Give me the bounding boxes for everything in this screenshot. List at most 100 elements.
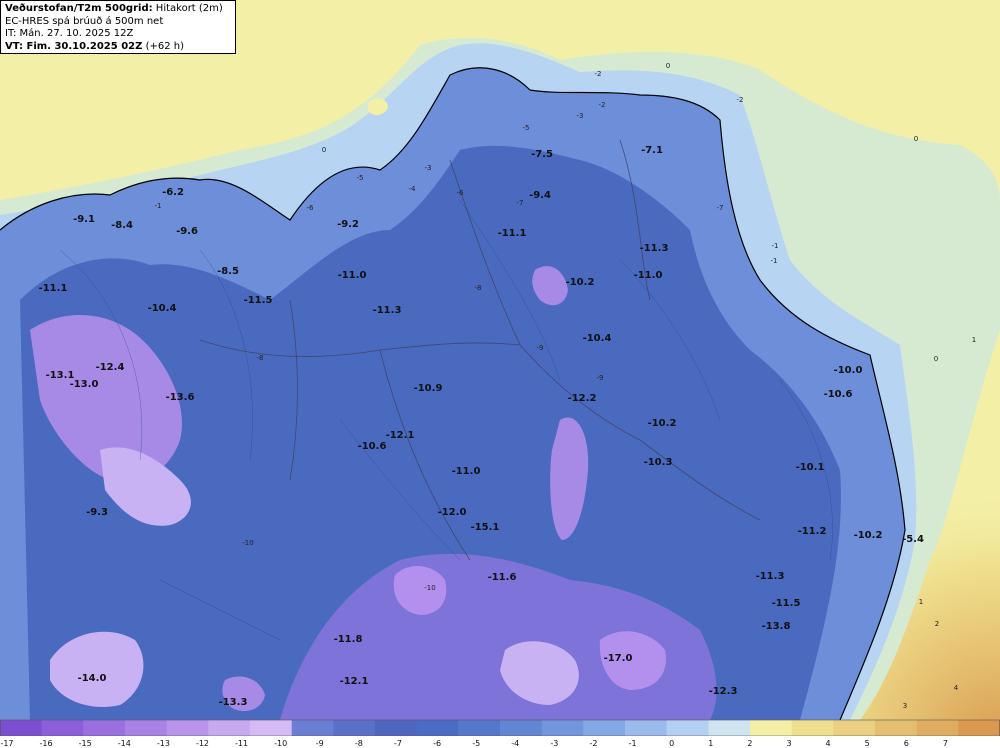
contour-value-label: -1 xyxy=(771,257,778,265)
colorbar-tick-label: 4 xyxy=(826,739,831,748)
temperature-point-label: -10.3 xyxy=(644,457,673,468)
contour-value-label: 0 xyxy=(934,355,938,363)
temperature-point-label: -12.3 xyxy=(709,686,738,697)
contour-value-label: -8 xyxy=(475,284,482,292)
colorbar-tick-label: -11 xyxy=(235,739,248,748)
temperature-point-label: -9.3 xyxy=(86,507,108,518)
temperature-point-label: -10.6 xyxy=(824,389,853,400)
colorbar-segment xyxy=(958,720,1000,736)
colorbar-tick-label: -1 xyxy=(629,739,637,748)
colorbar-segment xyxy=(750,720,793,736)
temperature-map: -9.1-8.4-6.2-9.6-9.2-7.5 -7.1-9.4-11.1-11… xyxy=(0,0,1000,748)
temperature-point-label: -11.0 xyxy=(452,466,481,477)
header-title: Veðurstofan/T2m 500grid: xyxy=(5,3,153,14)
colorbar-tick-label: -15 xyxy=(79,739,92,748)
colorbar-tick-label: -4 xyxy=(511,739,519,748)
colorbar-tick-label: -5 xyxy=(472,739,480,748)
colorbar-tick-label: -7 xyxy=(394,739,402,748)
contour-value-label: 1 xyxy=(972,336,976,344)
colorbar-tick-label: 0 xyxy=(669,739,674,748)
colorbar-segment xyxy=(500,720,543,736)
colorbar-segment xyxy=(875,720,918,736)
temperature-point-label: -11.0 xyxy=(338,270,367,281)
temperature-point-label: -13.3 xyxy=(219,697,248,708)
colorbar-tick-label: 3 xyxy=(786,739,791,748)
temperature-point-label: -9.2 xyxy=(337,219,359,230)
temperature-point-label: -9.6 xyxy=(176,226,198,237)
temperature-point-label: -15.1 xyxy=(471,522,500,533)
temperature-point-label: -8.4 xyxy=(111,220,133,231)
contour-value-label: -1 xyxy=(155,202,162,210)
contour-value-label: -6 xyxy=(307,204,315,212)
temperature-point-label: -11.3 xyxy=(756,571,785,582)
contour-value-label: -2 xyxy=(595,70,602,78)
temperature-point-label: -11.3 xyxy=(640,243,669,254)
contour-value-label: -3 xyxy=(425,164,432,172)
temperature-point-label: -10.4 xyxy=(583,333,612,344)
temperature-point-label: -14.0 xyxy=(78,673,107,684)
colorbar-tick-label: -9 xyxy=(316,739,324,748)
colorbar-tick-label: -14 xyxy=(118,739,131,748)
contour-value-label: 2 xyxy=(935,620,939,628)
contour-value-label: -10 xyxy=(242,539,253,547)
contour-value-label: -7 xyxy=(717,204,724,212)
temperature-point-label: -12.1 xyxy=(386,430,415,441)
header-lead-time: (+62 h) xyxy=(145,40,184,52)
contour-value-label: -1 xyxy=(772,242,779,250)
colorbar-tick-label: -13 xyxy=(157,739,170,748)
temperature-point-label: -12.4 xyxy=(96,362,125,373)
contour-value-label: 0 xyxy=(666,62,670,70)
colorbar-tick-label: -17 xyxy=(0,739,13,748)
colorbar-segment xyxy=(833,720,876,736)
colorbar-segment xyxy=(791,720,834,736)
temperature-point-label: -11.0 xyxy=(634,270,663,281)
colorbar-segment xyxy=(416,720,459,736)
colorbar-segment xyxy=(0,720,43,736)
colorbar-tick-label: -8 xyxy=(355,739,363,748)
colorbar-segment xyxy=(916,720,959,736)
colorbar-segment xyxy=(125,720,168,736)
contour-value-label: -9 xyxy=(597,374,604,382)
temperature-point-label: -10.2 xyxy=(648,418,677,429)
colorbar-segment xyxy=(541,720,584,736)
contour-value-label: -3 xyxy=(577,112,584,120)
colorbar-tick-label: -3 xyxy=(550,739,558,748)
colorbar-segment xyxy=(708,720,751,736)
contour-value-label: -8 xyxy=(257,354,264,362)
temperature-point-label: -10.0 xyxy=(834,365,863,376)
contour-value-label: -4 xyxy=(409,185,417,193)
colorbar-tick-label: -10 xyxy=(274,739,287,748)
colorbar-segment xyxy=(166,720,209,736)
temperature-point-label: -11.6 xyxy=(488,572,517,583)
temperature-point-label: -12.1 xyxy=(340,676,369,687)
temperature-point-label: -11.5 xyxy=(772,598,801,609)
temperature-point-label: -8.5 xyxy=(217,266,239,277)
colorbar-segment xyxy=(250,720,293,736)
contour-value-label: -7 xyxy=(517,199,524,207)
temperature-point-label: -13.6 xyxy=(166,392,195,403)
contour-value-label: 0 xyxy=(322,146,326,154)
contour-value-label: -5 xyxy=(523,124,530,132)
temperature-point-label: -7.1 xyxy=(641,145,663,156)
temperature-point-label: -7.5 xyxy=(531,149,553,160)
temperature-point-label: -10.9 xyxy=(414,383,443,394)
header-title-suffix: Hitakort (2m) xyxy=(155,3,223,14)
contour-value-label: -2 xyxy=(599,101,606,109)
temperature-point-label: -12.0 xyxy=(438,507,467,518)
temperature-point-label: -13.8 xyxy=(762,621,791,632)
contour-value-label: -10 xyxy=(424,584,435,592)
contour-value-label: 3 xyxy=(903,702,907,710)
contour-value-label: 0 xyxy=(914,135,918,143)
colorbar-tick-label: 5 xyxy=(865,739,870,748)
colorbar-tick-label: -6 xyxy=(433,739,441,748)
temperature-point-label: -10.2 xyxy=(566,277,595,288)
temperature-point-label: -11.1 xyxy=(498,228,527,239)
colorbar-segment xyxy=(625,720,668,736)
contour-value-label: -6 xyxy=(457,189,465,197)
header-valid-time: VT: Fim. 30.10.2025 02Z xyxy=(5,40,143,52)
colorbar-segment xyxy=(41,720,84,736)
temperature-point-label: -10.2 xyxy=(854,530,883,541)
contour-value-label: 4 xyxy=(954,684,959,692)
temperature-point-label: -10.6 xyxy=(358,441,387,452)
colorbar-tick-label: 7 xyxy=(943,739,948,748)
